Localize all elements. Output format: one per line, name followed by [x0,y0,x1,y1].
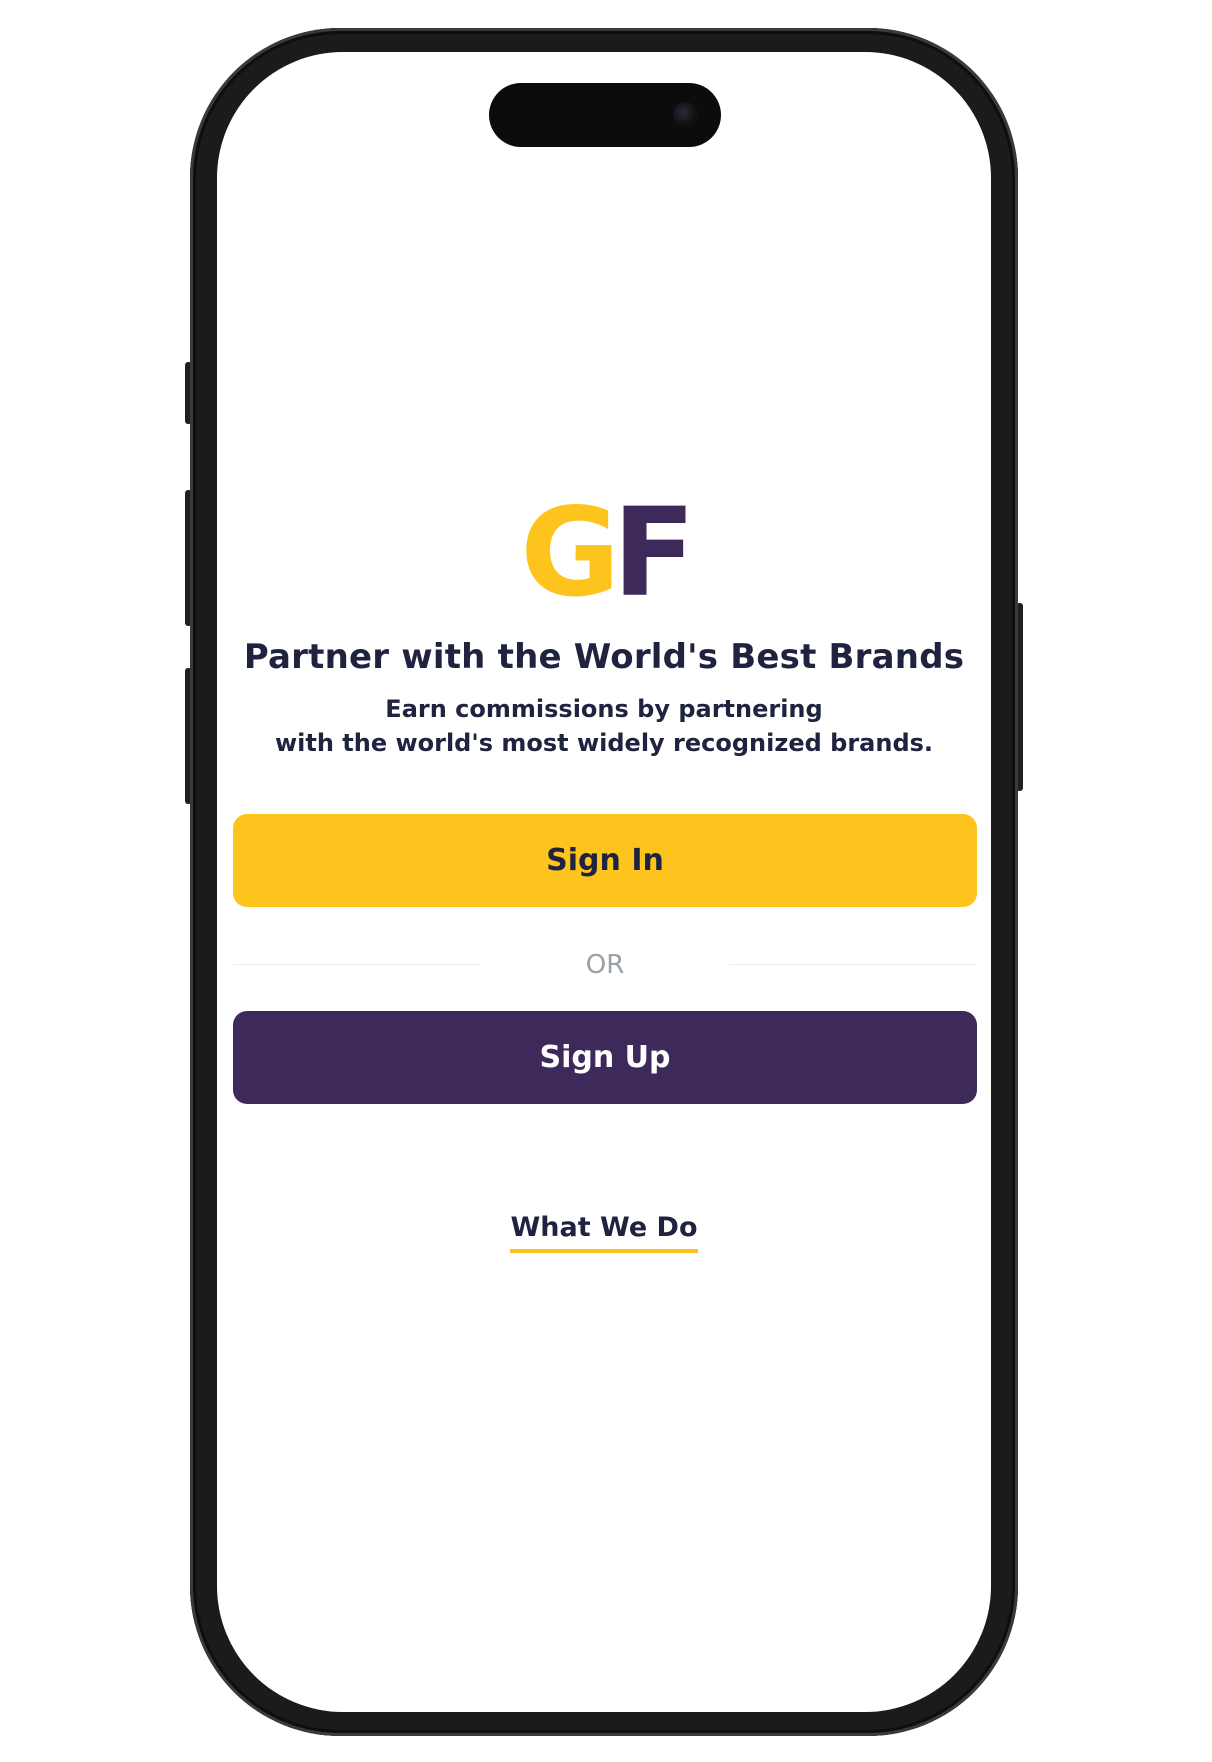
sign-up-button[interactable]: Sign Up [233,1011,977,1104]
subtitle-line-1: Earn commissions by partnering [385,695,823,723]
app-logo: GF [217,492,991,614]
page-title: Partner with the World's Best Brands [243,637,965,677]
phone-mockup-stage: GF Partner with the World's Best Brands … [0,0,1212,1762]
subtitle-line-2: with the world's most widely recognized … [274,729,934,757]
divider-line-right [729,964,977,965]
dynamic-island-camera-icon [673,102,699,128]
app-screen: GF Partner with the World's Best Brands … [217,52,991,1712]
or-divider: OR [233,940,977,990]
divider-or-text: OR [585,950,625,980]
logo-letter-f: F [612,482,695,624]
dynamic-island [489,83,721,147]
what-we-do-link[interactable]: What We Do [510,1212,698,1253]
sign-in-button[interactable]: Sign In [233,814,977,907]
what-we-do-container: What We Do [217,1212,991,1253]
logo-letter-g: G [520,482,620,624]
